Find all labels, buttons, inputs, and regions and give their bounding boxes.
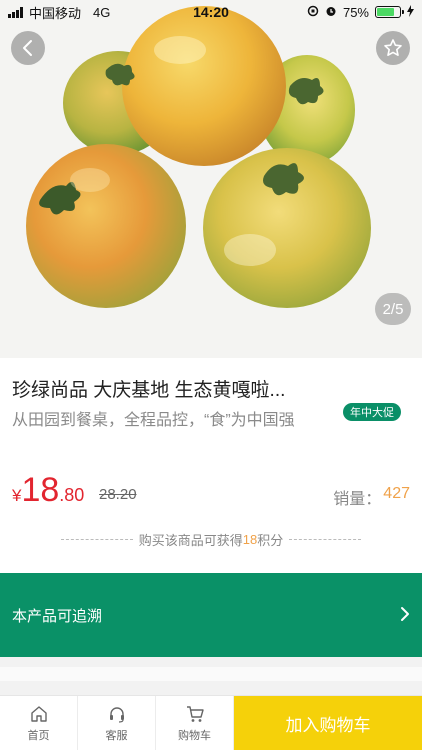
points-notice: 购买该商品可获得 18 积分 <box>0 530 422 548</box>
points-prefix: 购买该商品可获得 <box>138 532 243 548</box>
traceability-label: 本产品可追溯 <box>12 607 103 625</box>
sales-count: 销量： 427 <box>333 485 410 509</box>
back-button[interactable] <box>11 31 45 65</box>
carrier-label: 中国移动 <box>29 5 82 21</box>
favorite-button[interactable] <box>376 31 410 65</box>
divider <box>60 538 133 540</box>
tomatoes-photo <box>0 0 422 358</box>
tab-customer-service-label: 客服 <box>105 730 128 742</box>
rotation-lock-icon <box>307 5 319 20</box>
network-label: 4G <box>93 4 111 20</box>
bottom-action-bar: 首页 客服 购物车 加入购物车 <box>0 695 422 750</box>
points-suffix: 积分 <box>257 532 284 548</box>
price-integer: 18 <box>21 471 60 509</box>
price-decimal: .80 <box>59 485 85 505</box>
tab-cart-label: 购物车 <box>178 730 211 742</box>
star-icon <box>384 39 402 56</box>
sales-label: 销量： <box>333 491 382 508</box>
tab-home-label: 首页 <box>27 730 50 742</box>
product-title: 珍绿尚品 大庆基地 生态黄嘎啦... <box>12 380 286 401</box>
section-separator <box>0 657 422 695</box>
tab-home[interactable]: 首页 <box>0 696 78 750</box>
original-price: 28.20 <box>99 486 137 503</box>
status-bar: 中国移动 4G 14:20 75% <box>0 0 422 24</box>
points-value: 18 <box>242 531 258 547</box>
price-currency: ¥ <box>12 486 22 505</box>
home-icon <box>30 706 47 722</box>
product-image-gallery[interactable] <box>0 0 422 358</box>
traceability-bar[interactable]: 本产品可追溯 <box>0 573 422 657</box>
chevron-left-icon <box>23 40 32 56</box>
headset-icon <box>109 707 124 723</box>
cart-icon <box>186 706 204 722</box>
sales-number: 427 <box>383 485 410 502</box>
gallery-pager: 2/5 <box>375 293 411 325</box>
charging-icon <box>407 4 414 20</box>
promo-badge: 年中大促 <box>343 403 401 421</box>
alarm-icon <box>325 5 337 20</box>
tab-customer-service[interactable]: 客服 <box>78 696 156 750</box>
tab-cart[interactable]: 购物车 <box>156 696 234 750</box>
current-price: ¥ 18 .80 <box>12 472 84 508</box>
divider <box>289 538 362 540</box>
add-to-cart-button[interactable]: 加入购物车 <box>234 696 422 750</box>
battery-percent: 75% <box>342 4 369 20</box>
chevron-right-icon <box>401 607 409 621</box>
product-subtitle: 从田园到餐桌，全程品控，“食”为中国强 <box>12 412 295 429</box>
battery-icon <box>375 6 404 18</box>
signal-icon <box>8 6 23 18</box>
